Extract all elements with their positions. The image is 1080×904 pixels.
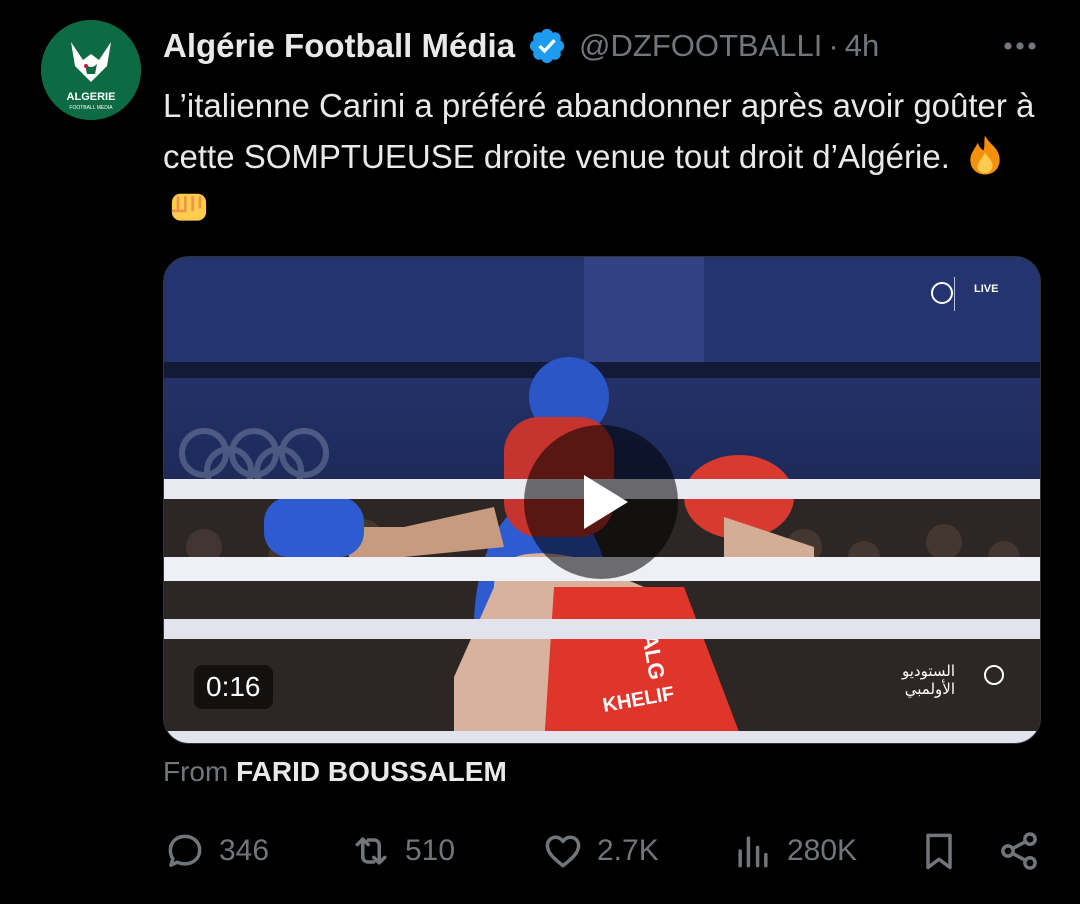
views-icon — [738, 836, 768, 868]
studio-label: الستوديو الأولمبي — [902, 663, 955, 698]
bookmark-button[interactable] — [917, 826, 961, 876]
repost-count: 510 — [405, 834, 456, 867]
attribution-prefix: From — [163, 756, 229, 787]
like-count: 2.7K — [597, 834, 659, 867]
avatar[interactable]: ALGERIE FOOTBALL MEDIA — [41, 20, 141, 120]
repost-button[interactable]: 510 — [349, 826, 455, 876]
dz-football-logo-icon: ALGERIE FOOTBALL MEDIA — [41, 20, 141, 120]
attribution-source[interactable]: FARID BOUSSALEM — [236, 756, 507, 787]
separator-dot: · — [828, 28, 839, 63]
verified-badge-icon[interactable] — [527, 26, 567, 66]
handle[interactable]: @DZFOOTBALLI — [579, 28, 822, 64]
share-icon — [1001, 832, 1037, 870]
more-options-icon[interactable] — [1000, 26, 1040, 66]
display-name[interactable]: Algérie Football Média — [163, 27, 515, 65]
fist-emoji-icon — [171, 193, 207, 221]
heart-icon — [545, 835, 581, 868]
share-button[interactable] — [997, 826, 1041, 876]
avatar-title: ALGERIE — [67, 91, 116, 103]
views-button[interactable]: 280K — [731, 826, 857, 876]
live-badge: LIVE — [974, 283, 999, 295]
reply-count: 346 — [219, 834, 270, 867]
video-player[interactable]: ALG KHELIF LIVE الستوديو الأولمبي 0:16 — [163, 256, 1041, 744]
views-count: 280K — [787, 834, 858, 867]
play-button[interactable] — [524, 425, 678, 579]
tweet[interactable]: ALGERIE FOOTBALL MEDIA Algérie Football … — [0, 0, 1080, 904]
video-duration: 0:16 — [194, 665, 273, 709]
play-icon — [584, 475, 628, 529]
timestamp[interactable]: 4h — [845, 28, 879, 64]
reply-icon — [168, 834, 202, 867]
fire-emoji-icon — [970, 135, 1000, 175]
action-bar: 346 510 2.7K 280K — [163, 826, 1040, 876]
tweet-body: L’italienne Carini a préféré abandonner … — [163, 87, 1035, 175]
tweet-header: Algérie Football Média @DZFOOTBALLI · 4h — [163, 24, 1040, 68]
avatar-subtitle: FOOTBALL MEDIA — [69, 105, 113, 111]
tweet-text: L’italienne Carini a préféré abandonner … — [163, 80, 1043, 233]
video-attribution: From FARID BOUSSALEM — [163, 756, 507, 788]
repost-icon — [355, 837, 387, 865]
like-button[interactable]: 2.7K — [541, 826, 659, 876]
reply-button[interactable]: 346 — [163, 826, 269, 876]
bookmark-icon — [926, 833, 952, 870]
